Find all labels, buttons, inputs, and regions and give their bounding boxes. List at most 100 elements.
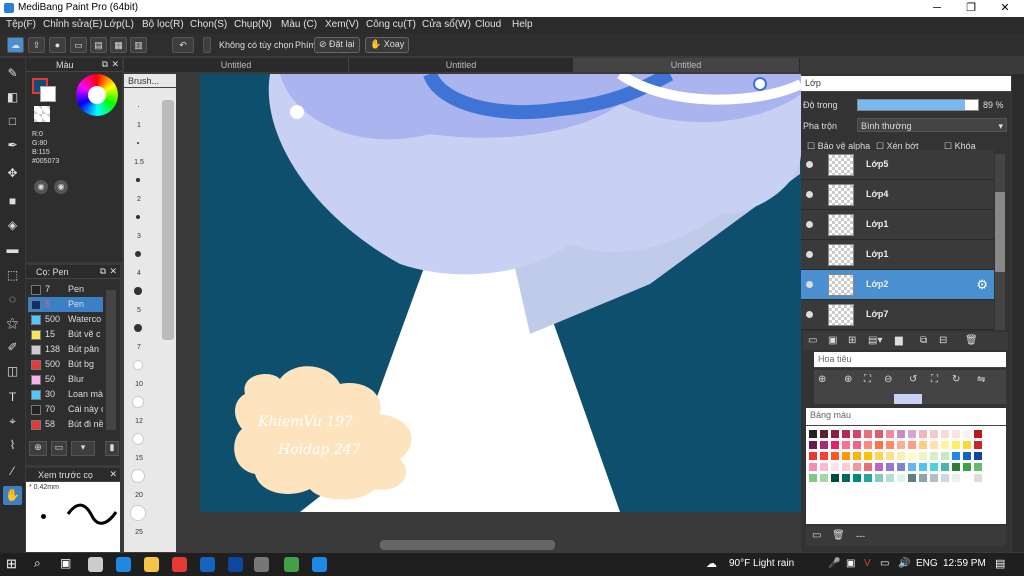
brush-size-dot[interactable] [130,505,146,521]
palette-color-swatch[interactable] [908,441,916,449]
undock-icon[interactable]: ⧉ [100,266,106,277]
palette-color-swatch[interactable] [831,441,839,449]
drawing-canvas[interactable]: KhiemVu 197 Hoidap 247 [200,74,801,512]
pen-tool-icon[interactable]: ✒ [3,136,22,155]
palette-color-swatch[interactable] [930,430,938,438]
maximize-button[interactable]: ❐ [954,0,988,17]
palette-color-swatch[interactable] [809,452,817,460]
eyedropper-tool-icon[interactable]: ⁄ [3,462,22,481]
volume-icon[interactable]: 🔊 [898,558,910,569]
palette-color-swatch[interactable] [941,474,949,482]
tab-document-1[interactable]: Untitled [124,58,349,72]
palette-color-swatch[interactable] [886,441,894,449]
brush-size-dot[interactable] [134,287,142,295]
palette-color-swatch[interactable] [820,474,828,482]
tray-icon[interactable]: ▣ [846,558,855,569]
move-tool-icon[interactable]: ✥ [3,164,22,183]
comment-icon[interactable]: ● [49,37,66,53]
flip-icon[interactable]: ⇋ [977,374,985,385]
palette-alt-icon[interactable]: ◉ [54,180,68,194]
windows-start-icon[interactable]: ⊞ [6,556,17,572]
layout-icon[interactable]: ▥ [130,37,147,53]
dropper-tool-icon[interactable]: ⌇ [3,436,22,455]
rotate-left-icon[interactable]: ↺ [909,374,917,385]
palette-color-swatch[interactable] [919,463,927,471]
add-layer-icon[interactable]: ⊞ [848,335,856,346]
brush-size-dot[interactable] [131,432,145,446]
palette-color-swatch[interactable] [919,430,927,438]
close-button[interactable]: ✕ [988,0,1022,17]
snap-option-label[interactable]: Không có tùy chọn [219,40,294,50]
palette-color-swatch[interactable] [864,474,872,482]
brush-size-scrollbar[interactable] [162,100,174,340]
brush-size-dot[interactable] [132,359,144,371]
layer-row[interactable]: Lớp2 ⚙ [801,270,994,300]
network-icon[interactable]: ▭ [880,558,889,569]
palette-icon[interactable]: ◉ [34,180,48,194]
menu-filter[interactable]: Bộ lọc(R) [142,19,184,30]
weather-text[interactable]: 90°F Light rain [729,558,794,569]
palette-color-swatch[interactable] [908,463,916,471]
palette-color-swatch[interactable] [809,474,817,482]
menu-window[interactable]: Cửa sổ(W) [422,19,471,30]
palette-color-swatch[interactable] [941,430,949,438]
palette-color-swatch[interactable] [875,430,883,438]
palette-color-swatch[interactable] [831,452,839,460]
palette-color-swatch[interactable] [974,474,982,482]
palette-color-swatch[interactable] [930,474,938,482]
palette-color-swatch[interactable] [963,441,971,449]
color-wheel-center[interactable] [88,86,106,104]
palette-color-swatch[interactable] [875,452,883,460]
search-icon[interactable]: ⌕ [34,556,41,571]
document-icon[interactable]: ▤ [90,37,107,53]
palette-color-swatch[interactable] [919,452,927,460]
palette-color-swatch[interactable] [875,463,883,471]
palette-color-swatch[interactable] [952,441,960,449]
palette-color-swatch[interactable] [831,430,839,438]
palette-color-swatch[interactable] [952,474,960,482]
palette-color-swatch[interactable] [853,441,861,449]
palette-color-swatch[interactable] [842,452,850,460]
palette-color-swatch[interactable] [919,441,927,449]
eye-icon[interactable] [806,191,813,198]
app-icon[interactable] [284,557,299,572]
magic-wand-tool-icon[interactable]: ⚝ [3,314,22,333]
rectangle-tool-icon[interactable]: □ [3,112,22,131]
language-indicator[interactable]: ENG [916,558,938,569]
palette-color-swatch[interactable] [908,474,916,482]
rotate-button[interactable]: ✋ Xoay [365,37,410,53]
select-tool-icon[interactable]: ⬚ [3,266,22,285]
palette-color-swatch[interactable] [820,441,828,449]
palette-color-swatch[interactable] [853,463,861,471]
opacity-slider[interactable] [857,99,979,111]
delete-palette-icon[interactable]: 🗑 [832,530,845,541]
eraser-tool-icon[interactable]: ◧ [3,88,22,107]
palette-color-swatch[interactable] [941,463,949,471]
menu-tools[interactable]: Công cụ(T) [366,19,416,30]
fill-rect-tool-icon[interactable]: ■ [3,192,22,211]
palette-color-swatch[interactable] [919,474,927,482]
navigator-thumbnail[interactable] [894,394,922,404]
select-eraser-tool-icon[interactable]: ◫ [3,362,22,381]
palette-color-swatch[interactable] [941,441,949,449]
palette-color-swatch[interactable] [864,430,872,438]
brush-size-dot[interactable] [134,250,142,258]
new-layer-icon[interactable]: ▭ [808,335,817,346]
palette-color-swatch[interactable] [908,452,916,460]
delete-layer-icon[interactable]: 🗑 [965,335,978,346]
layer-row[interactable]: Lớp1 [801,210,994,240]
palette-color-swatch[interactable] [842,463,850,471]
brush-size-dot[interactable] [131,469,145,483]
horizontal-scrollbar[interactable] [380,540,555,550]
palette-color-swatch[interactable] [974,463,982,471]
palette-color-swatch[interactable] [820,463,828,471]
gear-icon[interactable]: ⚙ [976,277,988,293]
palette-color-swatch[interactable] [908,430,916,438]
brush-item[interactable]: 500 Bút bg [28,357,103,372]
store-icon[interactable] [88,557,103,572]
palette-color-swatch[interactable] [809,430,817,438]
palette-color-swatch[interactable] [963,430,971,438]
layer-scrollbar[interactable] [995,154,1005,330]
palette-color-swatch[interactable] [963,452,971,460]
tray-v-icon[interactable]: V [864,558,871,569]
